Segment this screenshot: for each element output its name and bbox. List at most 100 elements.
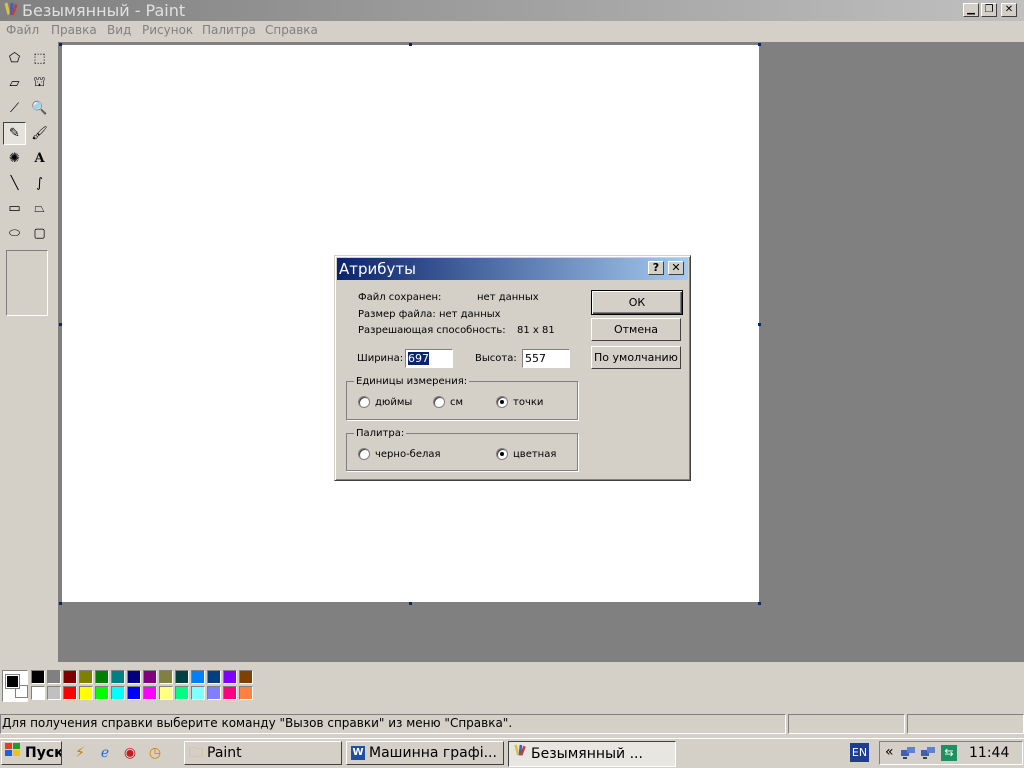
menu-bar: Файл Правка Вид Рисунок Палитра Справка — [0, 21, 1024, 40]
restore-button[interactable]: ❐ — [981, 3, 997, 17]
toolbox: ⬠ ⬚ ▱ ⛫ ⟋ 🔍 ✎ 🖌 ✺ A ╲ ∫ ▭ ⏢ ⬭ ▢ — [0, 44, 54, 660]
title-bar[interactable]: Безымянный - Paint ▁ ❐ ✕ — [0, 0, 1024, 21]
paint-app-icon[interactable] — [3, 2, 19, 18]
current-colors[interactable] — [2, 670, 28, 702]
color-swatch[interactable] — [223, 686, 237, 700]
line-tool[interactable]: ╲ — [3, 172, 26, 195]
tray-app-icon[interactable]: ⇆ — [941, 745, 957, 761]
brush-tool[interactable]: 🖌 — [28, 122, 51, 145]
color-swatch[interactable] — [127, 686, 141, 700]
dialog-close-button[interactable]: ✕ — [668, 261, 684, 275]
radio-button — [433, 396, 445, 408]
color-swatch[interactable] — [79, 670, 93, 684]
language-indicator[interactable]: EN — [850, 743, 869, 762]
opera-icon[interactable]: ◉ — [120, 743, 140, 763]
height-value: 557 — [525, 352, 546, 365]
default-button[interactable]: По умолчанию — [591, 346, 681, 369]
color-swatch[interactable] — [63, 686, 77, 700]
units-inches-radio[interactable]: дюймы — [358, 396, 412, 408]
menu-file[interactable]: Файл — [6, 23, 39, 37]
clock[interactable]: 11:44 — [969, 745, 1009, 761]
color-swatch[interactable] — [31, 670, 45, 684]
color-swatch[interactable] — [47, 686, 61, 700]
palette-bw-radio[interactable]: черно-белая — [358, 448, 441, 460]
palette-group-label: Палитра: — [354, 428, 407, 439]
color-swatch[interactable] — [127, 670, 141, 684]
dialog-help-button[interactable]: ? — [648, 261, 664, 275]
color-swatch[interactable] — [159, 670, 173, 684]
color-picker-tool[interactable]: ⟋ — [3, 97, 26, 120]
free-select-icon: ⬠ — [8, 51, 21, 66]
color-swatch[interactable] — [159, 686, 173, 700]
palette-color-radio[interactable]: цветная — [496, 448, 556, 460]
task-word-document[interactable]: W Машинна графі... — [346, 741, 504, 765]
minimize-button[interactable]: ▁ — [963, 3, 979, 17]
color-swatch[interactable] — [111, 670, 125, 684]
color-swatch[interactable] — [175, 670, 189, 684]
ellipse-tool[interactable]: ⬭ — [3, 222, 26, 245]
close-button[interactable]: ✕ — [1001, 3, 1017, 17]
color-swatch[interactable] — [175, 686, 189, 700]
clock-app-icon[interactable]: ◷ — [145, 743, 165, 763]
color-swatch[interactable] — [207, 686, 221, 700]
tool-options-box[interactable] — [6, 250, 48, 316]
width-input[interactable]: 697 — [405, 349, 453, 368]
color-swatch[interactable] — [239, 670, 253, 684]
network-icon[interactable] — [920, 745, 936, 761]
units-cm-radio[interactable]: см — [433, 396, 463, 408]
task-paint-window[interactable]: Безымянный ... — [508, 741, 676, 767]
resize-handle — [409, 43, 412, 46]
curve-tool[interactable]: ∫ — [28, 172, 51, 195]
height-input[interactable]: 557 — [522, 349, 570, 368]
eraser-icon: ▱ — [9, 76, 20, 91]
cancel-button[interactable]: Отмена — [591, 318, 681, 341]
color-swatch[interactable] — [31, 686, 45, 700]
start-button[interactable]: Пуск — [1, 741, 62, 765]
color-swatch[interactable] — [239, 686, 253, 700]
network-icon[interactable] — [900, 745, 916, 761]
menu-help[interactable]: Справка — [265, 23, 318, 37]
airbrush-tool[interactable]: ✺ — [3, 147, 26, 170]
rounded-rect-icon: ▢ — [33, 226, 46, 241]
color-swatch[interactable] — [95, 670, 109, 684]
radio-label: точки — [513, 396, 544, 408]
resize-handle[interactable] — [409, 602, 412, 605]
color-swatch[interactable] — [143, 686, 157, 700]
resize-handle[interactable] — [758, 602, 761, 605]
free-select-tool[interactable]: ⬠ — [3, 47, 26, 70]
rounded-rect-tool[interactable]: ▢ — [28, 222, 51, 245]
rectangle-tool[interactable]: ▭ — [3, 197, 26, 220]
menu-image[interactable]: Рисунок — [142, 23, 193, 37]
color-swatch[interactable] — [191, 686, 205, 700]
menu-palette[interactable]: Палитра — [202, 23, 256, 37]
color-swatch[interactable] — [223, 670, 237, 684]
color-swatch[interactable] — [47, 670, 61, 684]
polygon-tool[interactable]: ⏢ — [28, 197, 51, 220]
eraser-tool[interactable]: ▱ — [3, 72, 26, 95]
ok-button[interactable]: ОК — [591, 290, 683, 315]
color-swatch[interactable] — [79, 686, 93, 700]
select-tool[interactable]: ⬚ — [28, 47, 51, 70]
color-swatch[interactable] — [191, 670, 205, 684]
polygon-icon: ⏢ — [34, 201, 45, 216]
color-swatch[interactable] — [63, 670, 77, 684]
color-swatch[interactable] — [143, 670, 157, 684]
internet-explorer-icon[interactable]: ℯ — [95, 743, 115, 763]
radio-label: цветная — [513, 448, 557, 460]
text-tool[interactable]: A — [28, 147, 51, 170]
color-swatch[interactable] — [111, 686, 125, 700]
tray-expand-button[interactable]: « — [885, 744, 894, 760]
fill-tool[interactable]: ⛫ — [28, 72, 51, 95]
quicklaunch-icon[interactable]: ⚡ — [70, 743, 90, 763]
task-paint-folder[interactable]: 🗀 Paint — [184, 741, 342, 765]
color-swatch[interactable] — [95, 686, 109, 700]
units-pixels-radio[interactable]: точки — [496, 396, 543, 408]
menu-view[interactable]: Вид — [107, 23, 131, 37]
rectangle-icon: ▭ — [8, 201, 21, 216]
task-label: Безымянный ... — [531, 746, 643, 762]
menu-edit[interactable]: Правка — [51, 23, 97, 37]
magnifier-tool[interactable]: 🔍 — [28, 97, 51, 120]
resize-handle[interactable] — [758, 323, 761, 326]
color-swatch[interactable] — [207, 670, 221, 684]
pencil-tool[interactable]: ✎ — [3, 122, 26, 145]
